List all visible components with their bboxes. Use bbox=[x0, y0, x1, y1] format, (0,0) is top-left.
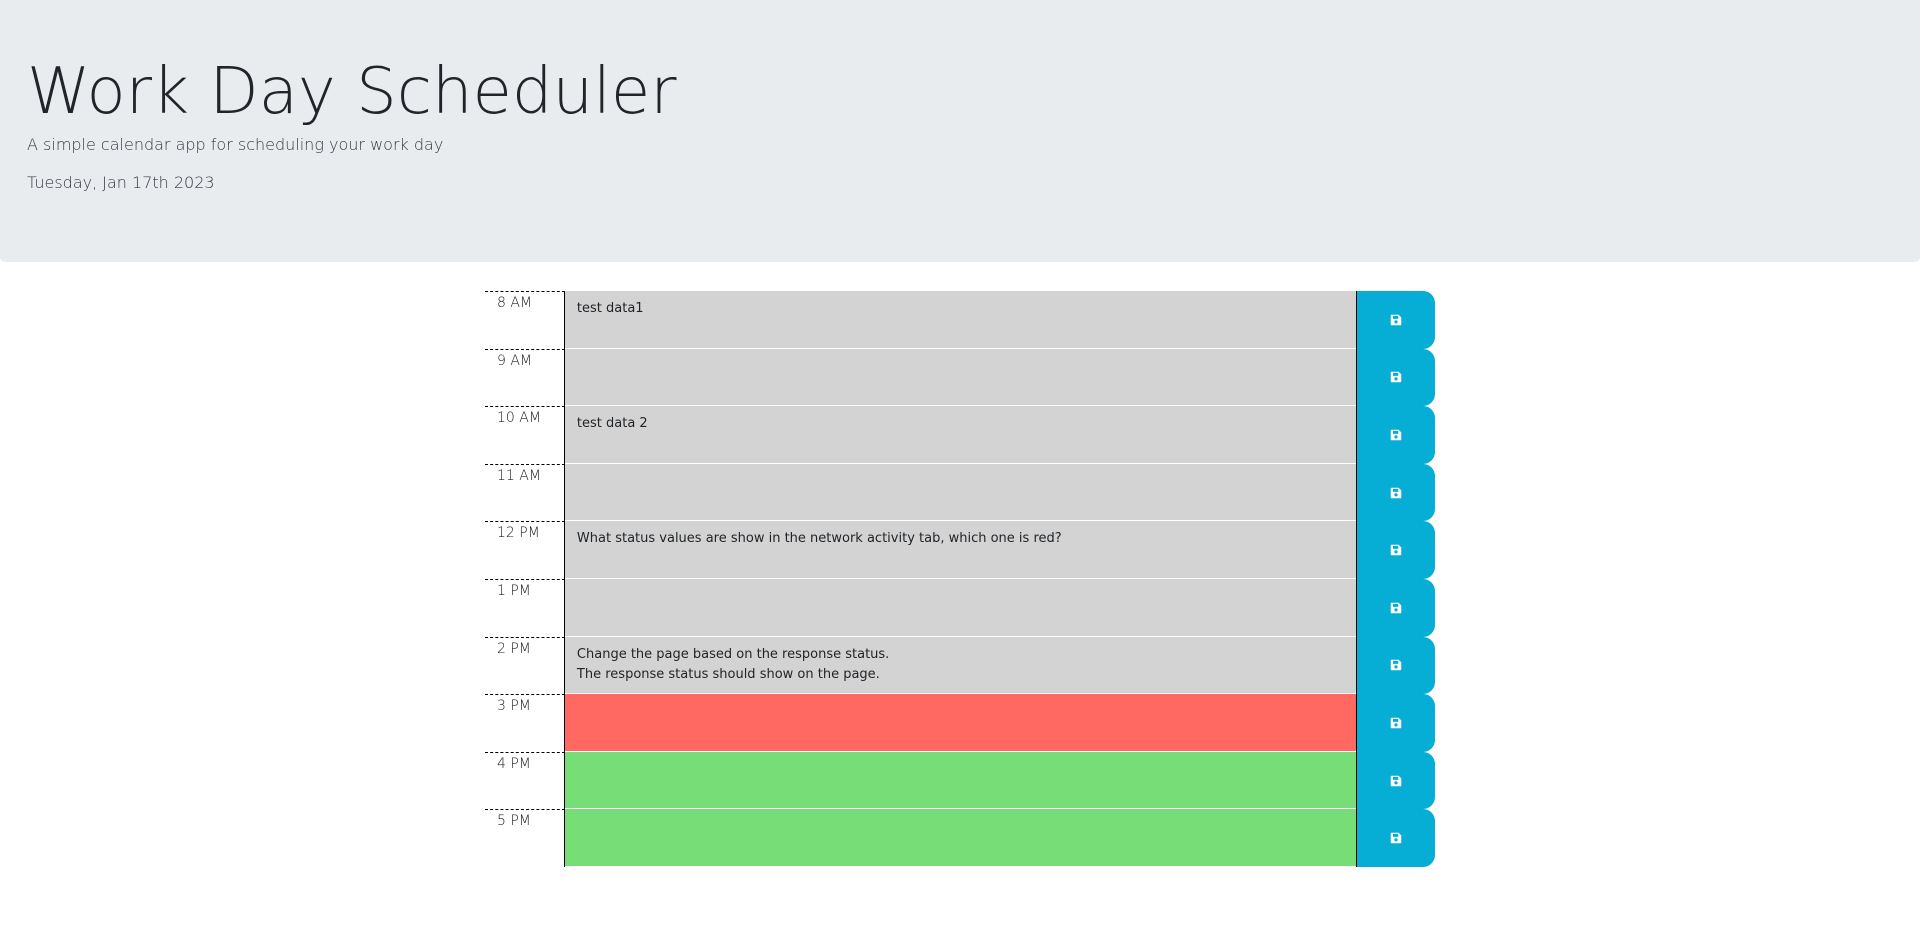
event-description[interactable]: test data 2 bbox=[564, 406, 1357, 464]
current-day: Tuesday, Jan 17th 2023 bbox=[27, 173, 215, 192]
event-description[interactable]: Change the page based on the response st… bbox=[564, 636, 1357, 695]
event-description[interactable] bbox=[564, 463, 1357, 522]
save-button[interactable] bbox=[1356, 694, 1435, 752]
save-button[interactable] bbox=[1356, 406, 1435, 464]
time-block: 3 PM bbox=[485, 694, 1435, 752]
floppy-disk-icon bbox=[1390, 429, 1402, 441]
event-description[interactable] bbox=[564, 348, 1357, 407]
save-button[interactable] bbox=[1356, 751, 1435, 810]
event-description[interactable] bbox=[564, 809, 1357, 867]
event-description[interactable]: What status values are show in the netwo… bbox=[564, 521, 1357, 579]
time-block: 9 AM bbox=[485, 348, 1435, 407]
time-block: 2 PM Change the page based on the respon… bbox=[485, 636, 1435, 695]
save-button[interactable] bbox=[1356, 809, 1435, 867]
hour-label: 1 PM bbox=[485, 578, 565, 637]
save-button[interactable] bbox=[1356, 578, 1435, 637]
hour-label: 8 AM bbox=[485, 291, 565, 349]
time-block: 11 AM bbox=[485, 463, 1435, 522]
event-description[interactable]: test data1 bbox=[564, 291, 1357, 349]
hour-label: 12 PM bbox=[485, 521, 565, 579]
save-button[interactable] bbox=[1356, 291, 1435, 349]
hour-label: 4 PM bbox=[485, 751, 565, 810]
schedule-container: 8 AM test data1 9 AM 10 AM test data 2 1… bbox=[485, 291, 1435, 867]
hour-label: 9 AM bbox=[485, 348, 565, 407]
floppy-disk-icon bbox=[1390, 717, 1402, 729]
save-button[interactable] bbox=[1356, 463, 1435, 522]
time-block: 1 PM bbox=[485, 578, 1435, 637]
hour-label: 11 AM bbox=[485, 463, 565, 522]
floppy-disk-icon bbox=[1390, 314, 1402, 326]
floppy-disk-icon bbox=[1390, 372, 1402, 383]
hour-label: 10 AM bbox=[485, 406, 565, 464]
floppy-disk-icon bbox=[1390, 544, 1402, 556]
page-title: Work Day Scheduler bbox=[27, 55, 677, 129]
hour-label: 2 PM bbox=[485, 636, 565, 695]
event-description[interactable] bbox=[564, 694, 1357, 752]
floppy-disk-icon bbox=[1390, 660, 1402, 671]
event-description[interactable] bbox=[564, 578, 1357, 637]
save-button[interactable] bbox=[1356, 636, 1435, 695]
save-button[interactable] bbox=[1356, 521, 1435, 579]
time-block: 8 AM test data1 bbox=[485, 291, 1435, 349]
event-description[interactable] bbox=[564, 751, 1357, 810]
save-button[interactable] bbox=[1356, 348, 1435, 407]
floppy-disk-icon bbox=[1390, 602, 1402, 614]
time-block: 4 PM bbox=[485, 751, 1435, 810]
time-block: 5 PM bbox=[485, 809, 1435, 867]
time-block: 10 AM test data 2 bbox=[485, 406, 1435, 464]
page-subtitle: A simple calendar app for scheduling you… bbox=[27, 135, 444, 154]
floppy-disk-icon bbox=[1390, 775, 1402, 786]
hour-label: 5 PM bbox=[485, 809, 565, 867]
floppy-disk-icon bbox=[1390, 832, 1402, 844]
hour-label: 3 PM bbox=[485, 694, 565, 752]
time-block: 12 PM What status values are show in the… bbox=[485, 521, 1435, 579]
header: Work Day Scheduler A simple calendar app… bbox=[0, 0, 1920, 262]
floppy-disk-icon bbox=[1390, 487, 1402, 498]
